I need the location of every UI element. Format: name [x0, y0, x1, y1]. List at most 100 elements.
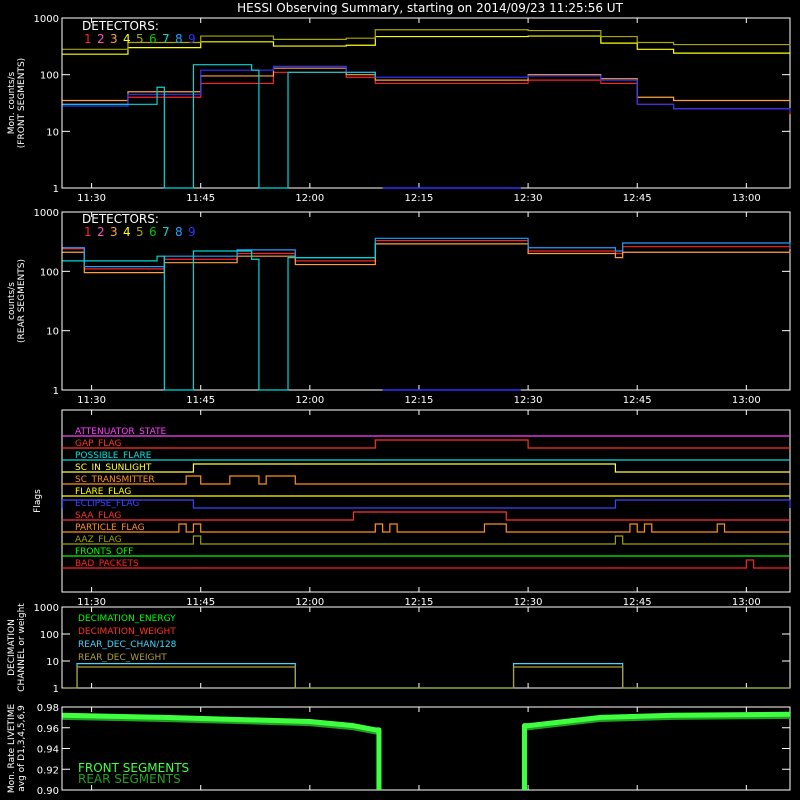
x-tick-label: 12:45	[623, 597, 652, 608]
legend-item-detector: 3	[110, 225, 118, 239]
observing-summary-chart: HESSI Observing Summary, starting on 201…	[7, 1, 791, 797]
x-tick-label: 12:00	[295, 395, 324, 406]
y-axis-label: Flags	[33, 489, 43, 513]
flag-trace	[62, 463, 790, 473]
y-tick-label: 0.92	[37, 765, 59, 776]
y-tick-label: 1	[53, 684, 59, 695]
y-axis-label: counts/s	[7, 282, 17, 320]
y-tick-label: 0.96	[37, 724, 59, 735]
x-tick-label: 11:30	[77, 193, 106, 204]
y-axis-label: (FRONT SEGMENTS)	[17, 58, 27, 148]
flag-label: GAP_FLAG	[75, 439, 121, 449]
y-tick-label: 100	[40, 267, 59, 278]
flag-label: FLARE_FLAG	[75, 487, 131, 497]
front-series-line	[62, 67, 790, 102]
x-tick-label: 12:30	[514, 597, 543, 608]
panels: 1 10 100 1000 11:30 11:45 12:00 12:15 12:30 12:45…	[7, 14, 791, 797]
decimation-legend-item: REAR_DEC_CHAN/128	[78, 640, 177, 650]
legend-item-detector: 2	[97, 225, 105, 239]
y-axis-label: avg of D1,3,4,5,6,9	[17, 705, 27, 792]
flag-trace	[62, 523, 790, 533]
y-tick-label: 0.94	[37, 745, 59, 756]
y-tick-label: 100	[40, 630, 59, 641]
y-axis-label: (REAR SEGMENTS)	[17, 259, 27, 343]
legend-item-detector: 8	[175, 32, 183, 46]
x-tick-label: 13:00	[732, 597, 761, 608]
legend-item-detector: 5	[136, 32, 144, 46]
front-panel-frame	[61, 17, 791, 189]
decimation-legend-item: DECIMATION_WEIGHT	[78, 627, 176, 637]
flag-trace	[62, 439, 790, 449]
legend-item-detector: 2	[97, 32, 105, 46]
legend-item-detector: 5	[136, 225, 144, 239]
livetime-legend-item: REAR SEGMENTS	[78, 772, 181, 786]
rear-series-line	[62, 243, 791, 274]
y-tick-label: 1000	[34, 14, 59, 25]
decimation-legend-item: REAR_DEC_WEIGHT	[78, 653, 167, 663]
flag-label: SC_TRANSMITTER	[75, 475, 155, 485]
x-tick-label: 12:45	[623, 395, 652, 406]
y-axis-label: CHANNEL or weight	[17, 603, 27, 692]
x-tick-label: 12:15	[405, 597, 434, 608]
x-tick-label: 12:00	[295, 193, 324, 204]
legend-item-detector: 6	[149, 32, 157, 46]
y-tick-label: 1	[53, 184, 59, 195]
legend-title: DETECTORS:	[82, 212, 159, 226]
flag-label: SC_IN_SUNLIGHT	[75, 463, 152, 473]
y-tick-label: 10	[46, 657, 59, 668]
x-tick-label: 11:45	[186, 193, 215, 204]
legend-item-detector: 1	[84, 225, 92, 239]
legend-item-detector: 4	[123, 32, 131, 46]
y-tick-label: 1	[53, 386, 59, 397]
y-tick-label: 1000	[34, 208, 59, 219]
y-axis-label: Mon. Rate LIVETIME	[7, 704, 17, 794]
flag-label: ECLIPSE_FLAG	[75, 499, 139, 509]
legend-item-detector: 1	[84, 32, 92, 46]
x-tick-label: 13:00	[732, 193, 761, 204]
x-tick-label: 11:45	[186, 395, 215, 406]
flag-trace	[62, 559, 790, 569]
y-tick-label: 10	[46, 127, 59, 138]
rear-series-line	[62, 239, 791, 270]
y-axis-label: DECIMATION	[7, 619, 17, 676]
x-tick-label: 12:30	[514, 395, 543, 406]
x-tick-label: 11:45	[186, 597, 215, 608]
legend-item-detector: 9	[188, 32, 196, 46]
flag-label: POSSIBLE_FLARE	[75, 451, 152, 461]
x-tick-label: 12:15	[405, 193, 434, 204]
legend-item-detector: 7	[162, 225, 170, 239]
legend-title: DETECTORS:	[82, 19, 159, 33]
flag-label: PARTICLE_FLAG	[75, 523, 145, 533]
y-tick-label: 100	[40, 71, 59, 82]
legend-item-detector: 4	[123, 225, 131, 239]
x-tick-label: 11:30	[77, 597, 106, 608]
x-tick-label: 12:00	[295, 597, 324, 608]
flag-label: ATTENUATOR_STATE	[75, 427, 167, 437]
y-tick-label: 0.90	[37, 786, 59, 797]
chart-title: HESSI Observing Summary, starting on 201…	[237, 1, 623, 15]
y-axis-label: Mon. counts/s	[7, 71, 17, 134]
decimation-legend-item: DECIMATION_ENERGY	[78, 614, 176, 624]
legend-item-detector: 3	[110, 32, 118, 46]
x-tick-label: 13:00	[732, 395, 761, 406]
flags-panel-frame	[61, 409, 791, 593]
flag-trace	[62, 475, 790, 485]
legend-item-detector: 7	[162, 32, 170, 46]
flag-trace	[62, 511, 790, 521]
legend-item-detector: 6	[149, 225, 157, 239]
flag-label: BAD_PACKETS	[75, 559, 139, 569]
legend-item-detector: 9	[188, 225, 196, 239]
flag-trace	[62, 535, 790, 545]
flag-label: SAA_FLAG	[75, 511, 121, 521]
y-tick-label: 1000	[34, 603, 59, 614]
front-series-line	[62, 29, 791, 50]
x-tick-label: 12:45	[623, 193, 652, 204]
x-tick-label: 12:30	[514, 193, 543, 204]
front-series-line	[62, 71, 791, 115]
front-series-line	[62, 65, 791, 112]
x-tick-label: 12:15	[405, 395, 434, 406]
y-tick-label: 0.98	[37, 703, 59, 714]
x-tick-label: 11:30	[77, 395, 106, 406]
flag-label: FRONTS_OFF	[75, 547, 133, 557]
flag-trace	[61, 499, 791, 509]
